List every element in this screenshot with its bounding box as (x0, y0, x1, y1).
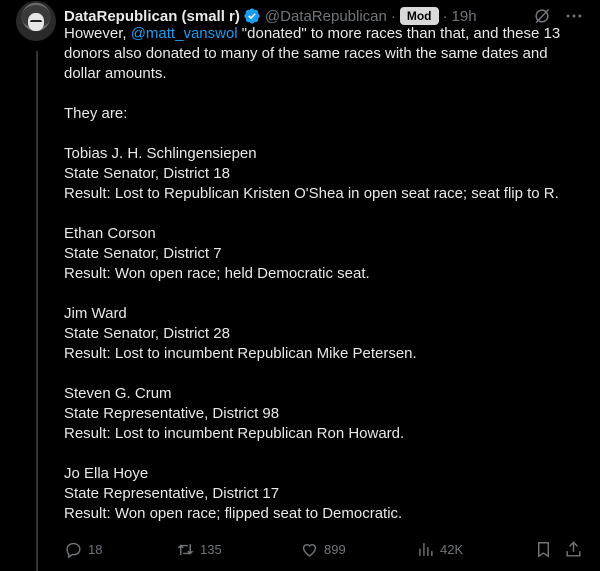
entry-result: Result: Lost to Republican Kristen O'She… (64, 185, 559, 202)
they-are-label: They are: (64, 105, 128, 122)
author-name[interactable]: DataRepublican (small r) (64, 8, 240, 25)
avatar[interactable] (16, 1, 56, 41)
entry-name: Steven G. Crum (64, 385, 172, 402)
repost-button[interactable]: 135 (176, 540, 222, 559)
more-options-icon[interactable] (564, 6, 584, 26)
timestamp[interactable]: 19h (452, 8, 477, 25)
views-count: 42K (440, 541, 464, 557)
repost-icon (177, 543, 194, 555)
analytics-icon (419, 542, 433, 556)
header-icons (532, 6, 584, 26)
verified-badge-icon (244, 8, 260, 24)
reply-icon (66, 542, 81, 558)
entry-office: State Senator, District 28 (64, 325, 230, 342)
mention-link[interactable]: @matt_vanswol (131, 25, 238, 42)
heart-icon (302, 543, 317, 557)
entry-office: State Senator, District 7 (64, 245, 222, 262)
entry-result: Result: Lost to incumbent Republican Ron… (64, 425, 405, 442)
entry-name: Tobias J. H. Schlingensiepen (64, 145, 257, 162)
separator-dot: · (390, 7, 396, 25)
entry-result: Result: Won open race; held Democratic s… (64, 265, 370, 282)
mod-badge: Mod (399, 7, 439, 25)
grok-icon[interactable] (532, 6, 552, 26)
entry-name: Jo Ella Hoye (64, 465, 149, 482)
entry-office: State Representative, District 98 (64, 405, 280, 422)
views-button[interactable]: 42K (416, 540, 463, 559)
bookmark-icon (538, 541, 549, 558)
reply-count: 18 (88, 541, 103, 557)
tweet-header: DataRepublican (small r) @DataRepublican… (64, 6, 584, 26)
tweet-body: However, @matt_vanswol "donated" to more… (64, 24, 584, 524)
entry-name: Jim Ward (64, 305, 127, 322)
entry-name: Ethan Corson (64, 225, 156, 242)
reply-button[interactable]: 18 (64, 540, 102, 559)
like-count: 899 (324, 541, 346, 557)
share-button[interactable] (564, 540, 583, 559)
action-bar: 18 135 899 42K (64, 538, 584, 560)
repost-count: 135 (200, 541, 222, 557)
intro-prefix: However, (64, 25, 131, 42)
entry-result: Result: Won open race; flipped seat to D… (64, 505, 403, 522)
share-icon (566, 540, 581, 557)
entry-office: State Senator, District 18 (64, 165, 230, 182)
thread-connector-line (36, 51, 38, 571)
entry-office: State Representative, District 17 (64, 485, 280, 502)
author-handle[interactable]: @DataRepublican (265, 8, 387, 25)
avatar-eyes (30, 20, 42, 25)
entry-result: Result: Lost to incumbent Republican Mik… (64, 345, 417, 362)
separator-dot: · (442, 7, 448, 25)
bookmark-button[interactable] (534, 540, 553, 559)
tweet-intro: However, @matt_vanswol "donated" to more… (64, 24, 584, 84)
like-button[interactable]: 899 (300, 540, 346, 559)
